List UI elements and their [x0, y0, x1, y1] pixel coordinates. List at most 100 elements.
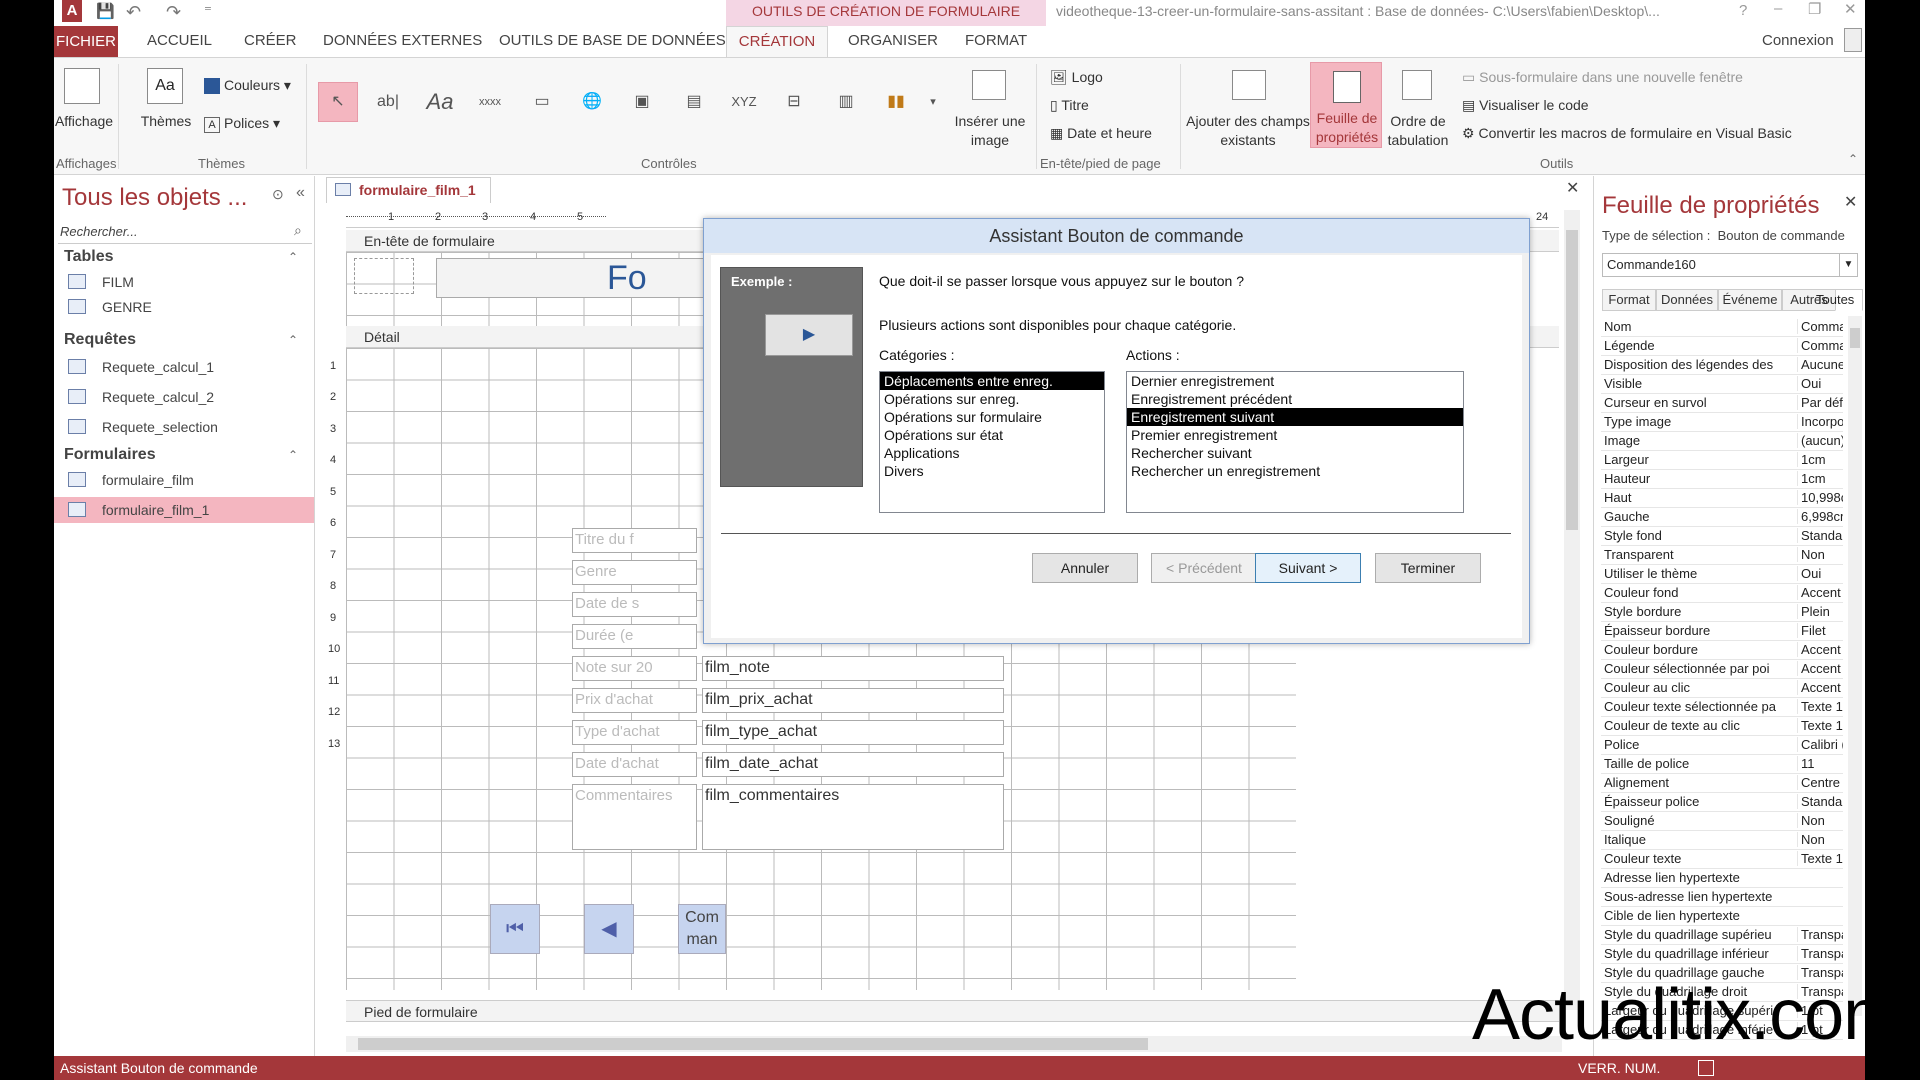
list-item[interactable]: Opérations sur état [880, 426, 1104, 444]
signin-link[interactable]: Connexion [1762, 32, 1834, 49]
label-note[interactable]: Note sur 20 [572, 656, 697, 681]
undo-icon[interactable]: ↶ [126, 2, 141, 23]
add-fields-button[interactable]: Ajouter des champs existants [1182, 112, 1314, 150]
label-date-sortie[interactable]: Date de s [572, 592, 697, 617]
logo-button[interactable]: 🖼 Logo [1050, 68, 1103, 87]
property-value[interactable]: Transparent [1797, 927, 1843, 942]
property-value[interactable]: Transparent [1797, 946, 1843, 961]
tab-format-props[interactable]: Format [1602, 289, 1656, 311]
label-genre[interactable]: Genre [572, 560, 697, 585]
property-value[interactable]: Accent 1, Plus [1797, 680, 1843, 695]
button-control-icon[interactable]: xxxx [470, 82, 510, 122]
tab-order-button[interactable]: Ordre de tabulation [1382, 112, 1454, 150]
view-button[interactable]: Affichage [54, 112, 114, 131]
property-row[interactable]: Style bordure Plein [1601, 603, 1843, 622]
property-value[interactable]: Filet [1797, 623, 1843, 638]
help-icon[interactable]: ? [1739, 2, 1747, 19]
select-pointer-icon[interactable]: ↖ [318, 82, 358, 122]
categories-list[interactable]: Déplacements entre enreg. Opérations sur… [879, 371, 1105, 513]
cancel-button[interactable]: Annuler [1032, 553, 1138, 583]
field-film-date-achat[interactable]: film_date_achat [702, 752, 1004, 777]
logo-placeholder[interactable] [354, 258, 414, 294]
property-value[interactable]: 10,998cm [1797, 490, 1843, 505]
tab-control-icon[interactable]: ▭ [522, 82, 562, 122]
tab-order-icon[interactable] [1402, 70, 1432, 100]
view-icon[interactable] [64, 68, 100, 104]
list-item[interactable]: Premier enregistrement [1127, 426, 1463, 444]
property-row[interactable]: Taille de police 11 [1601, 755, 1843, 774]
property-row[interactable]: Adresse lien hypertexte [1601, 869, 1843, 888]
fonts-button[interactable]: A Polices ▾ [204, 114, 280, 133]
list-item[interactable]: Rechercher un enregistrement [1127, 462, 1463, 480]
label-control-icon[interactable]: Aa [420, 82, 460, 122]
property-value[interactable]: Standard [1797, 528, 1843, 543]
property-row[interactable]: Visible Oui [1601, 375, 1843, 394]
property-value[interactable]: Texte 1, Plus cl [1797, 851, 1843, 866]
hyperlink-control-icon[interactable]: 🌐 [572, 82, 612, 122]
property-value[interactable]: 11 [1797, 756, 1843, 771]
nav-item-form-film-1[interactable]: formulaire_film_1 [54, 497, 314, 523]
themes-icon[interactable]: Aa [147, 68, 183, 104]
property-value[interactable]: Commande160 [1797, 319, 1843, 334]
props-scrollbar[interactable] [1848, 316, 1862, 1016]
scrollbar-thumb[interactable] [1850, 328, 1860, 348]
property-value[interactable]: Non [1797, 813, 1843, 828]
property-row[interactable]: Gauche 6,998cm [1601, 508, 1843, 527]
nav-collapse-icon[interactable]: « [296, 184, 305, 202]
tab-data-props[interactable]: Données [1656, 289, 1718, 311]
list-item[interactable]: Dernier enregistrement [1127, 372, 1463, 390]
property-value[interactable]: Accent 1, Plus [1797, 585, 1843, 600]
property-row[interactable]: Police Calibri (Détail) [1601, 736, 1843, 755]
property-row[interactable]: Couleur sélectionnée par poi Accent 1, Pl… [1601, 660, 1843, 679]
property-row[interactable]: Style fond Standard [1601, 527, 1843, 546]
property-value[interactable]: Standard [1797, 794, 1843, 809]
list-item[interactable]: Rechercher suivant [1127, 444, 1463, 462]
list-item[interactable]: Déplacements entre enreg. [880, 372, 1104, 390]
navigation-control-icon[interactable]: ▤ [674, 82, 714, 122]
property-row[interactable]: Hauteur 1cm [1601, 470, 1843, 489]
property-value[interactable]: Aucune légen [1797, 357, 1843, 372]
property-row[interactable]: Nom Commande160 [1601, 318, 1843, 337]
scrollbar-thumb[interactable] [358, 1038, 1148, 1050]
property-value[interactable]: 6,998cm [1797, 509, 1843, 524]
close-pane-icon[interactable]: ✕ [1844, 192, 1857, 212]
tab-file[interactable]: FICHIER [54, 26, 118, 58]
property-value[interactable]: Calibri (Détail) [1797, 737, 1843, 752]
label-prix-achat[interactable]: Prix d'achat [572, 688, 697, 713]
field-film-note[interactable]: film_note [702, 656, 1004, 681]
image-icon[interactable] [972, 70, 1006, 100]
field-film-prix-achat[interactable]: film_prix_achat [702, 688, 1004, 713]
nav-section-forms[interactable]: Formulaires [64, 446, 156, 464]
previous-record-button[interactable]: ◀ [584, 904, 634, 954]
tab-design[interactable]: CRÉATION [726, 26, 828, 58]
list-item[interactable]: Applications [880, 444, 1104, 462]
property-row[interactable]: Sous-adresse lien hypertexte [1601, 888, 1843, 907]
tab-external-data[interactable]: DONNÉES EXTERNES [323, 32, 482, 49]
property-value[interactable]: Centre [1797, 775, 1843, 790]
property-sheet-button[interactable]: Feuille de propriétés [1310, 62, 1382, 148]
collapse-section-icon[interactable]: ⌃ [288, 448, 298, 462]
collapse-section-icon[interactable]: ⌃ [288, 333, 298, 347]
label-date-achat[interactable]: Date d'achat [572, 752, 697, 777]
tab-database-tools[interactable]: OUTILS DE BASE DE DONNÉES [499, 32, 726, 49]
form-footer-section[interactable]: Pied de formulaire [346, 1000, 1559, 1022]
label-commentaires[interactable]: Commentaires [572, 784, 697, 850]
document-tab[interactable]: formulaire_film_1 [326, 177, 491, 203]
field-film-commentaires[interactable]: film_commentaires [702, 784, 1004, 850]
property-value[interactable]: Plein [1797, 604, 1843, 619]
new-command-button[interactable]: Com man [678, 904, 726, 954]
property-row[interactable]: Cible de lien hypertexte [1601, 907, 1843, 926]
property-row[interactable]: Couleur de texte au clic Texte 1, Plus cl [1601, 717, 1843, 736]
title-button[interactable]: ▯ Titre [1050, 96, 1089, 115]
property-row[interactable]: Style du quadrillage supérieu Transparent [1601, 926, 1843, 945]
minimize-icon[interactable]: – [1774, 0, 1782, 17]
property-row[interactable]: Haut 10,998cm [1601, 489, 1843, 508]
nav-item-query-calcul-1[interactable]: Requete_calcul_1 [54, 354, 314, 380]
property-row[interactable]: Épaisseur bordure Filet [1601, 622, 1843, 641]
property-row[interactable]: Couleur bordure Accent 1, Plus [1601, 641, 1843, 660]
user-avatar[interactable] [1844, 28, 1862, 52]
nav-item-query-calcul-2[interactable]: Requete_calcul_2 [54, 384, 314, 410]
property-row[interactable]: Couleur texte sélectionnée pa Texte 1, Pl… [1601, 698, 1843, 717]
view-code-button[interactable]: ▤ Visualiser le code [1462, 96, 1589, 115]
property-value[interactable]: Texte 1, Plus cl [1797, 699, 1843, 714]
